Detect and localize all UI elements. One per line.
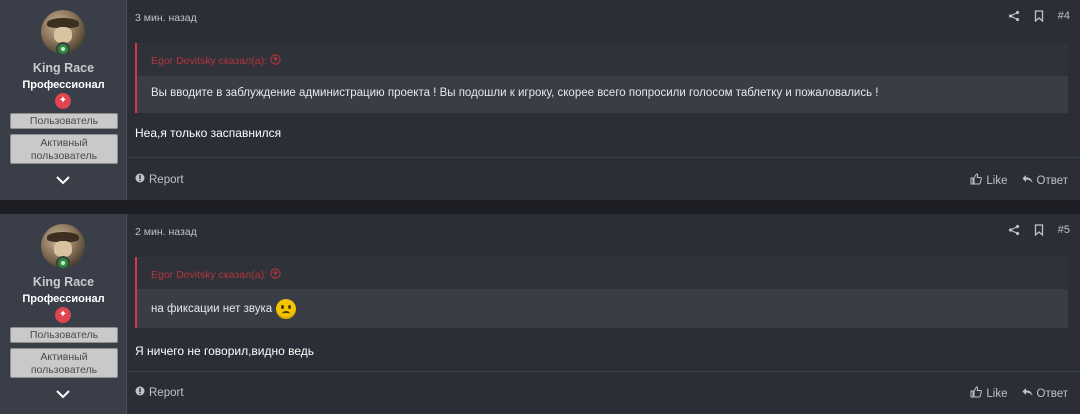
- user-title: Профессионал: [22, 79, 105, 91]
- chevron-down-icon[interactable]: [54, 388, 72, 402]
- post-tools: #5: [1008, 224, 1070, 236]
- post-time[interactable]: 2 мин. назад: [135, 226, 197, 238]
- reply-label: Ответ: [1036, 387, 1068, 400]
- avatar-face: [54, 27, 72, 43]
- reply-button[interactable]: Ответ: [1022, 174, 1068, 187]
- user-banner: Пользователь: [10, 327, 118, 343]
- quote-text: на фиксации нет звука: [151, 303, 273, 315]
- quote-author[interactable]: Egor Devitsky сказал(а):: [151, 55, 267, 67]
- post: King Race Профессионал ✦ Пользователь Ак…: [0, 0, 1080, 200]
- quote-header[interactable]: Egor Devitsky сказал(а):: [137, 257, 1068, 290]
- like-label: Like: [986, 174, 1008, 187]
- sad-face-icon: [276, 299, 297, 319]
- post-tools: #4: [1008, 10, 1070, 22]
- quote-body: на фиксации нет звука: [137, 290, 1068, 328]
- like-button[interactable]: Like: [970, 386, 1008, 401]
- post-separator: [0, 200, 1080, 214]
- divider: [127, 371, 1080, 372]
- arrow-up-circle-icon[interactable]: [270, 268, 281, 281]
- quote-block: Egor Devitsky сказал(а): на фиксации нет…: [135, 257, 1068, 328]
- like-label: Like: [986, 387, 1008, 400]
- user-banner: Активный пользователь: [10, 134, 118, 164]
- user-banner: Пользователь: [10, 113, 118, 129]
- post-number[interactable]: #4: [1058, 10, 1070, 22]
- post-message: Я ничего не говорил,видно ведь: [135, 344, 315, 358]
- divider: [127, 157, 1080, 158]
- report-icon: [135, 173, 145, 186]
- online-status-icon: [56, 256, 70, 270]
- post-time[interactable]: 3 мин. назад: [135, 12, 197, 24]
- avatar-face: [54, 241, 72, 257]
- user-banner: Активный пользователь: [10, 348, 118, 378]
- like-icon: [970, 173, 983, 188]
- arrow-up-circle-icon[interactable]: [270, 54, 281, 67]
- report-button[interactable]: Report: [135, 386, 184, 399]
- rank-badge-icon: ✦: [55, 93, 71, 109]
- post-actions: Like Ответ: [970, 173, 1068, 188]
- report-label: Report: [149, 173, 184, 186]
- post-number[interactable]: #5: [1058, 224, 1070, 236]
- report-label: Report: [149, 386, 184, 399]
- quote-text: Вы вводите в заблуждение администрацию п…: [137, 77, 1068, 113]
- post-actions: Like Ответ: [970, 386, 1068, 401]
- like-icon: [970, 386, 983, 401]
- online-status-icon: [56, 42, 70, 56]
- quote-header[interactable]: Egor Devitsky сказал(а):: [137, 43, 1068, 77]
- like-button[interactable]: Like: [970, 173, 1008, 188]
- chevron-down-icon[interactable]: [54, 174, 72, 188]
- reply-icon: [1022, 174, 1033, 187]
- post-main: 2 мин. назад #5 Egor Devitsky сказал(а):…: [127, 214, 1080, 414]
- post-message: Неа,я только заспавнился: [135, 126, 282, 140]
- quote-author[interactable]: Egor Devitsky сказал(а):: [151, 269, 267, 281]
- report-button[interactable]: Report: [135, 173, 184, 186]
- share-icon[interactable]: [1008, 10, 1020, 22]
- user-title: Профессионал: [22, 293, 105, 305]
- post: King Race Профессионал ✦ Пользователь Ак…: [0, 214, 1080, 414]
- report-icon: [135, 386, 145, 399]
- reply-icon: [1022, 387, 1033, 400]
- bookmark-icon[interactable]: [1034, 10, 1044, 22]
- share-icon[interactable]: [1008, 224, 1020, 236]
- username[interactable]: King Race: [0, 61, 127, 75]
- rank-badge-icon: ✦: [55, 307, 71, 323]
- reply-label: Ответ: [1036, 174, 1068, 187]
- username[interactable]: King Race: [0, 275, 127, 289]
- reply-button[interactable]: Ответ: [1022, 387, 1068, 400]
- quote-block: Egor Devitsky сказал(а): Вы вводите в за…: [135, 43, 1068, 113]
- user-sidebar: King Race Профессионал ✦ Пользователь Ак…: [0, 214, 127, 414]
- post-main: 3 мин. назад #4 Egor Devitsky сказал(а):…: [127, 0, 1080, 200]
- user-sidebar: King Race Профессионал ✦ Пользователь Ак…: [0, 0, 127, 200]
- bookmark-icon[interactable]: [1034, 224, 1044, 236]
